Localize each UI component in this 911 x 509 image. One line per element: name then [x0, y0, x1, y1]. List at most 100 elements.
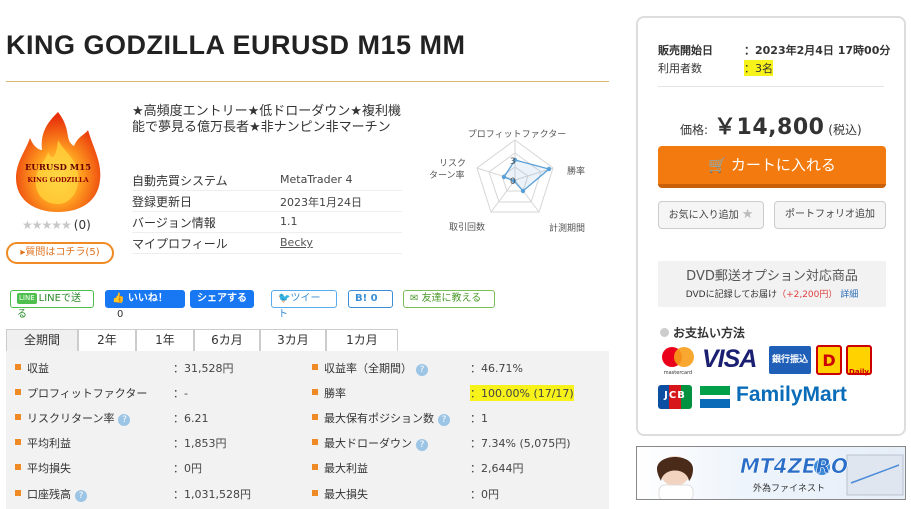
payment-title: お支払い方法	[660, 324, 745, 341]
catchphrase: ★高頻度エントリー★低ドローダウン★複利機能で夢見る億万長者★非ナンピン非マーチ…	[132, 104, 401, 135]
stat-label: 収益率（全期間）?	[324, 360, 428, 376]
help-icon[interactable]: ?	[118, 414, 131, 426]
tab-all[interactable]: 全期間	[6, 329, 78, 351]
familymart-logo: FamilyMart	[736, 383, 847, 406]
stat-row: 収益 ：31,528円	[15, 357, 305, 377]
help-icon[interactable]: ?	[416, 364, 428, 376]
stats-table: 収益 ：31,528円 プロフィットファクター ：- リスクリターン率? ：6.…	[6, 351, 609, 509]
stat-row: 最大利益 ：2,644円	[312, 457, 602, 477]
line-icon: LINE	[17, 293, 37, 304]
radar-point	[520, 188, 526, 194]
info-label: マイプロフィール	[132, 237, 228, 251]
price-label: 価格:	[680, 123, 709, 137]
stat-value: ：2,644円	[470, 462, 524, 475]
fm-stripe-green	[700, 386, 730, 395]
stat-value: ：1	[470, 412, 488, 425]
tweet-button[interactable]: 🐦ツイート	[271, 290, 337, 320]
dvd-detail-link[interactable]: 詳細	[840, 290, 858, 300]
friend-label: 友達に教える	[421, 293, 482, 304]
mt4zero-banner[interactable]: MT4ZERO 外為ファイネスト	[636, 446, 906, 500]
bullet-icon	[15, 414, 21, 420]
payment-title-text: お支払い方法	[673, 326, 746, 340]
cart-icon: 🛒	[708, 156, 727, 174]
bullet-icon	[312, 414, 318, 420]
stat-row: 収益率（全期間）? ：46.71%	[312, 357, 602, 377]
add-to-cart-button[interactable]: 🛒 カートに入れる	[658, 146, 886, 188]
page-title: KING GODZILLA EURUSD M15 MM	[6, 30, 466, 60]
review-count: (0)	[73, 218, 91, 232]
stat-row: 最大保有ポジション数? ：1	[312, 407, 602, 427]
stat-label: 最大保有ポジション数?	[324, 410, 450, 426]
visa-icon: VISA	[702, 345, 757, 373]
stat-label: 勝率	[324, 387, 346, 400]
stat-row: 口座残高? ：1,031,528円	[15, 483, 305, 503]
stat-label: 最大損失	[324, 488, 368, 501]
stat-value: ：-	[173, 387, 188, 400]
radar-label-risk2: ターン率	[429, 169, 465, 181]
stat-row: リスクリターン率? ：6.21	[15, 407, 305, 427]
info-label: バージョン情報	[132, 216, 216, 230]
help-icon[interactable]: ?	[75, 490, 87, 502]
stat-row: プロフィットファクター ：-	[15, 382, 305, 402]
dvd-sub-text: DVDに記録してお届け	[685, 290, 778, 300]
tab-3m[interactable]: 3カ月	[260, 329, 326, 351]
users-label: 利用者数	[658, 62, 702, 75]
product-info: 自動売買システム MetaTrader 4 登録更新日 2023年1月24日 バ…	[132, 170, 402, 254]
tab-6m[interactable]: 6カ月	[194, 329, 260, 351]
panel-divider	[658, 86, 884, 87]
dvd-option-box: DVD郵送オプション対応商品 DVDに記録してお届け（+2,200円） 詳細	[658, 261, 886, 307]
title-divider	[6, 81, 609, 82]
stat-label: 収益	[27, 362, 49, 375]
bullet-icon	[15, 490, 21, 496]
radar-point	[546, 166, 552, 172]
stat-label-text: 収益率（全期間）	[324, 362, 412, 375]
info-row: バージョン情報 1.1	[132, 212, 402, 233]
favorite-label: お気に入り追加	[668, 210, 739, 221]
price-block: 価格: ￥14,800 (税込)	[680, 109, 862, 141]
tell-friend-button[interactable]: ✉ 友達に教える	[403, 290, 495, 308]
daily-icon: Daily	[846, 345, 872, 376]
mail-icon: ✉	[410, 293, 422, 304]
dvd-title: DVD郵送オプション対応商品	[686, 269, 858, 284]
tab-2y[interactable]: 2年	[78, 329, 136, 351]
bullet-icon	[312, 364, 318, 370]
stat-row: 平均利益 ：1,853円	[15, 432, 305, 452]
info-value: 1.1	[280, 215, 298, 228]
jcb-text: JCB	[664, 390, 686, 401]
stat-value: ：0円	[470, 488, 499, 501]
like-label: 👍 いいね！	[112, 293, 168, 304]
radar-label-risk1: リスク	[439, 158, 466, 169]
star-icon: ★	[741, 207, 754, 222]
tab-1m[interactable]: 1カ月	[326, 329, 398, 351]
question-button[interactable]: ▸質問はコチラ(5)	[6, 242, 114, 264]
stat-label: 最大利益	[324, 462, 368, 475]
hatena-bookmark-button[interactable]: B! 0	[348, 290, 393, 308]
info-label: 登録更新日	[132, 195, 193, 209]
mastercard-text: mastercard	[664, 370, 692, 376]
facebook-like-button[interactable]: 👍 いいね！ 0	[105, 290, 185, 321]
stat-value: ：46.71%	[470, 362, 523, 375]
add-favorite-button[interactable]: お気に入り追加 ★	[658, 201, 764, 229]
stat-label: 最大ドローダウン?	[324, 435, 428, 451]
radar-label-period: 計測期間	[549, 222, 585, 234]
radar-label-pf: プロフィットファクター	[468, 129, 566, 140]
info-row: 登録更新日 2023年1月24日	[132, 191, 402, 212]
add-portfolio-button[interactable]: ポートフォリオ追加	[774, 201, 886, 229]
stat-row: 平均損失 ：0円	[15, 457, 305, 477]
bullet-icon	[312, 464, 318, 470]
bank-transfer-icon: 銀行振込	[769, 346, 811, 374]
stat-value: ：7.34% (5,075円)	[470, 437, 571, 450]
help-icon[interactable]: ?	[438, 414, 450, 426]
stat-value: ：1,031,528円	[173, 488, 251, 501]
facebook-share-button[interactable]: シェアする	[190, 290, 254, 308]
help-icon[interactable]: ?	[416, 439, 428, 451]
profile-link[interactable]: Becky	[280, 236, 313, 249]
users-value: ：3名	[744, 60, 773, 76]
logo-text-1: EURUSD M15	[25, 163, 91, 173]
dvd-price: （+2,200円）	[777, 290, 838, 300]
mastercard-icon: mastercard	[662, 347, 694, 376]
stat-label-text: 口座残高	[27, 488, 71, 501]
tab-1y[interactable]: 1年	[136, 329, 194, 351]
line-share-button[interactable]: LINE LINEで送る	[10, 290, 94, 320]
sale-start-value: ：2023年2月4日 17時00分	[744, 44, 891, 57]
